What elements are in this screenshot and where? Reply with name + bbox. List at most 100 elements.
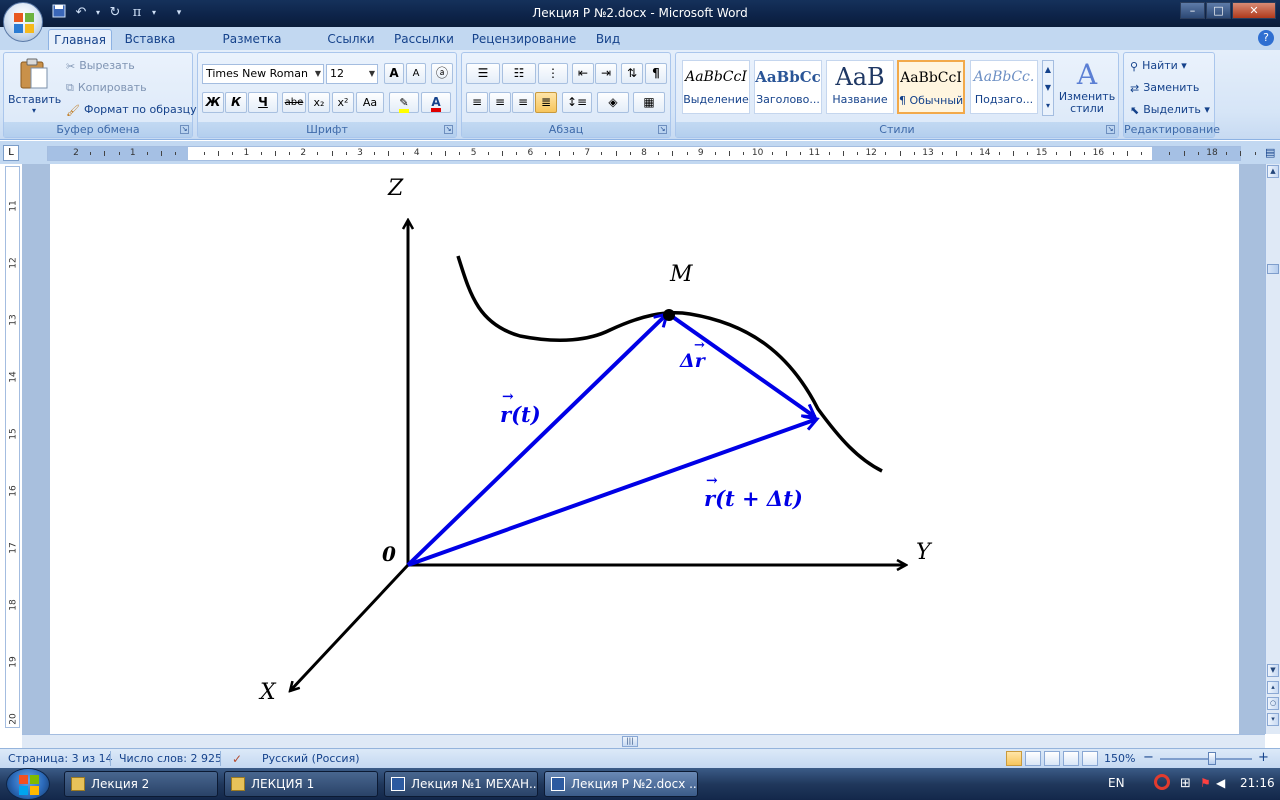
underline-button[interactable]: Ч [248, 92, 278, 113]
language-status[interactable]: Русский (Россия) [262, 752, 360, 765]
scroll-down-icon[interactable]: ▼ [1267, 664, 1279, 677]
ruler-number: 4 [413, 148, 420, 158]
clock[interactable]: 21:16 [1240, 776, 1275, 790]
copy-button[interactable]: ⧉ Копировать [66, 81, 147, 95]
align-right-button[interactable]: ≡ [512, 92, 534, 113]
font-color-button[interactable]: A [421, 92, 451, 113]
taskbar-item-current-doc[interactable]: Лекция Р №2.docx ... [544, 771, 698, 797]
browse-object-icon[interactable]: ○ [1267, 697, 1279, 710]
tab-home[interactable]: Главная [48, 29, 112, 50]
show-marks-button[interactable]: ¶ [645, 63, 667, 84]
style-title[interactable]: AaB Название [826, 60, 894, 114]
align-left-button[interactable]: ≡ [466, 92, 488, 113]
italic-button[interactable]: К [225, 92, 247, 113]
style-heading[interactable]: AaBbCc Заголово... [754, 60, 822, 114]
increase-indent-button[interactable]: ⇥ [595, 63, 617, 84]
taskbar-item-lecture-1[interactable]: ЛЕКЦИЯ 1 [224, 771, 378, 797]
vertical-scrollbar[interactable]: ▲ ▼ ▴ ○ ▾ [1265, 164, 1280, 734]
shrink-font-button[interactable]: A [406, 63, 426, 84]
font-name-combo[interactable]: Times New Roman ▼ [202, 64, 324, 84]
flag-icon[interactable]: ⚑ [1200, 776, 1211, 790]
strikethrough-button[interactable]: abe [282, 92, 306, 113]
tab-mailings[interactable]: Рассылки [390, 29, 458, 50]
hscroll-thumb[interactable]: ||| [622, 736, 638, 747]
office-button[interactable] [3, 2, 43, 42]
help-icon[interactable]: ? [1258, 30, 1274, 46]
scroll-up-icon[interactable]: ▲ [1267, 165, 1279, 178]
subscript-button[interactable]: x₂ [308, 92, 330, 113]
opera-icon[interactable] [1154, 774, 1170, 790]
proofing-icon[interactable]: ✓ [232, 752, 242, 766]
grow-font-button[interactable]: A [384, 63, 404, 84]
vector-delta-r-label: → Δr [680, 338, 705, 372]
tab-references[interactable]: Ссылки [322, 29, 380, 50]
style-emphasis[interactable]: AaBbCcI Выделение [682, 60, 750, 114]
style-subtitle[interactable]: AaBbCc. Подзаго... [970, 60, 1038, 114]
select-button[interactable]: ⬉ Выделить ▾ [1130, 103, 1210, 117]
page-count[interactable]: Страница: 3 из 14 [8, 752, 113, 765]
format-painter-button[interactable]: 🖌 Формат по образцу [66, 103, 197, 117]
input-language[interactable]: EN [1108, 776, 1125, 790]
full-screen-reading-icon[interactable] [1025, 751, 1041, 766]
bold-button[interactable]: Ж [202, 92, 224, 113]
find-button[interactable]: ⚲ Найти ▾ [1130, 59, 1187, 73]
horizontal-scrollbar[interactable]: ||| [22, 734, 1265, 748]
network-icon[interactable]: ⊞ [1180, 776, 1191, 791]
zoom-slider-thumb[interactable] [1208, 752, 1216, 765]
multilevel-button[interactable]: ⋮ [538, 63, 568, 84]
taskbar-item-lecture-mech[interactable]: Лекция №1 МЕХАН... [384, 771, 538, 797]
superscript-button[interactable]: x² [332, 92, 354, 113]
volume-icon[interactable]: ◀ [1216, 776, 1225, 790]
decrease-indent-button[interactable]: ⇤ [572, 63, 594, 84]
style-normal[interactable]: AaBbCcI ¶ Обычный [897, 60, 965, 114]
zoom-slider[interactable] [1160, 758, 1252, 760]
web-layout-icon[interactable] [1044, 751, 1060, 766]
font-launcher-icon[interactable]: ↘ [444, 125, 453, 134]
document-page[interactable]: Z Y X 0 M → r(t) → Δr → r(t + Δt) [50, 164, 1239, 734]
sort-button[interactable]: ⇅ [621, 63, 643, 84]
tab-insert[interactable]: Вставка [120, 29, 180, 50]
paste-button[interactable]: Вставить ▾ [8, 57, 61, 119]
bullets-button[interactable]: ☰ [466, 63, 500, 84]
view-ruler-icon[interactable]: ▤ [1265, 146, 1279, 161]
change-case-button[interactable]: Aa [356, 92, 384, 113]
tab-view[interactable]: Вид [588, 29, 628, 50]
start-button[interactable] [6, 768, 50, 800]
clear-format-icon[interactable]: ⓐ [431, 63, 453, 84]
replace-button[interactable]: ⇄ Заменить [1130, 81, 1199, 95]
taskbar-item-lecture-2[interactable]: Лекция 2 [64, 771, 218, 797]
tab-page-layout[interactable]: Разметка страницы [190, 29, 314, 66]
paragraph-launcher-icon[interactable]: ↘ [658, 125, 667, 134]
change-styles-button[interactable]: A Изменить стили [1056, 59, 1118, 115]
zoom-in-button[interactable]: + [1258, 750, 1269, 765]
vertical-ruler[interactable]: 11 12 13 14 15 16 17 18 19 20 [5, 166, 20, 728]
prev-page-icon[interactable]: ▴ [1267, 681, 1279, 694]
minimize-button[interactable]: – [1180, 2, 1205, 19]
draft-view-icon[interactable] [1082, 751, 1098, 766]
word-count[interactable]: Число слов: 2 925 [119, 752, 222, 765]
justify-button[interactable]: ≣ [535, 92, 557, 113]
scroll-thumb[interactable] [1267, 264, 1279, 274]
next-page-icon[interactable]: ▾ [1267, 713, 1279, 726]
print-layout-view-icon[interactable] [1006, 751, 1022, 766]
tab-selector[interactable]: L [3, 145, 19, 161]
ruler-number: 12 [865, 148, 877, 158]
horizontal-ruler[interactable]: 2 1 1 2 3 4 5 6 7 8 9 10 11 12 13 14 15 16 18 [47, 146, 1256, 161]
styles-scroll[interactable]: ▲ ▼ ▾ [1042, 60, 1054, 116]
maximize-button[interactable]: □ [1206, 2, 1231, 19]
shading-button[interactable]: ◈ [597, 92, 629, 113]
styles-launcher-icon[interactable]: ↘ [1106, 125, 1115, 134]
highlight-button[interactable]: ✎ [389, 92, 419, 113]
font-size-combo[interactable]: 12 ▼ [326, 64, 378, 84]
zoom-out-button[interactable]: − [1143, 750, 1154, 765]
align-center-button[interactable]: ≡ [489, 92, 511, 113]
numbering-button[interactable]: ☷ [502, 63, 536, 84]
close-button[interactable]: ✕ [1232, 2, 1276, 19]
line-spacing-button[interactable]: ↕≡ [562, 92, 592, 113]
outline-view-icon[interactable] [1063, 751, 1079, 766]
cut-button[interactable]: ✂ Вырезать [66, 59, 135, 73]
zoom-level[interactable]: 150% [1104, 752, 1135, 765]
borders-button[interactable]: ▦ [633, 92, 665, 113]
clipboard-launcher-icon[interactable]: ↘ [180, 125, 189, 134]
tab-review[interactable]: Рецензирование [468, 29, 580, 50]
